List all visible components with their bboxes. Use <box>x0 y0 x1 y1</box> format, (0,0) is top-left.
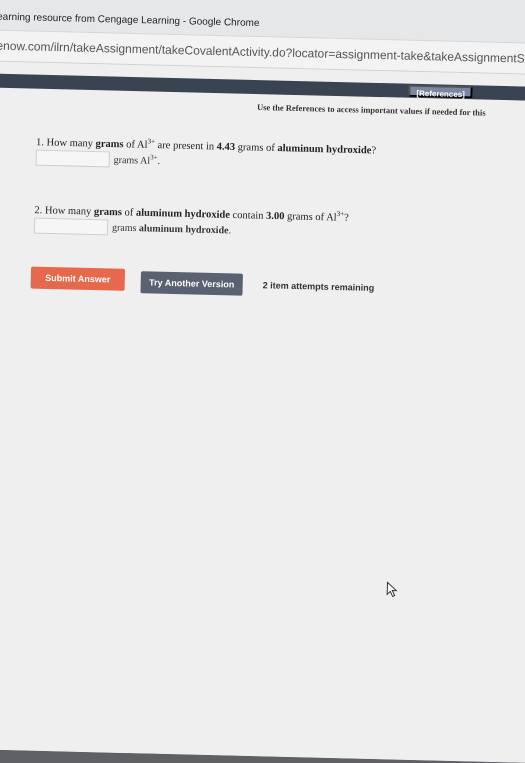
q1-text-part: ? <box>371 145 377 157</box>
question-number: 2. <box>34 205 43 217</box>
q2-text-part: contain <box>229 209 267 222</box>
question-1-unit: grams Al3+. <box>113 153 161 168</box>
q2-text-part: of <box>121 207 137 219</box>
references-button[interactable]: [References] <box>408 84 473 99</box>
q2-text-part: grams of Al <box>284 211 337 224</box>
q1-bold-mass: 4.43 <box>216 141 236 153</box>
q1-bold-compound: aluminum hydroxide <box>277 143 372 157</box>
q1-text-part: grams of <box>234 142 278 155</box>
url-text[interactable]: enow.com/ilrn/takeAssignment/takeCovalen… <box>0 39 525 67</box>
q2-unit-bold: aluminum hydroxide <box>138 222 229 236</box>
submit-answer-button[interactable]: Submit Answer <box>30 266 126 291</box>
q1-text-part: How many <box>46 137 96 150</box>
q2-unit-end: . <box>228 224 232 236</box>
question-1-answer-input[interactable] <box>35 149 110 168</box>
q1-text-part: are present in <box>154 140 217 153</box>
references-note: Use the References to access important v… <box>256 102 486 118</box>
try-another-version-button[interactable]: Try Another Version <box>140 271 243 296</box>
q1-unit-text: grams Al <box>113 155 151 168</box>
mouse-pointer-icon <box>386 581 398 598</box>
question-2-answer-input[interactable] <box>33 217 109 236</box>
q2-unit-text: grams <box>111 222 140 234</box>
q1-bold-grams: grams <box>95 138 124 151</box>
q1-unit-end: . <box>157 156 161 168</box>
q2-bold-mass: 3.00 <box>265 210 285 223</box>
assignment-page: [References] Use the References to acces… <box>0 60 525 763</box>
q2-text-part: How many <box>44 205 95 218</box>
q2-text-part: ? <box>343 212 349 224</box>
q2-bold-grams: grams <box>93 206 123 219</box>
question-2-unit: grams aluminum hydroxide. <box>112 222 231 236</box>
window-title: earning resource from Cengage Learning -… <box>0 11 260 30</box>
question-number: 1. <box>35 137 45 149</box>
q2-bold-compound: aluminum hydroxide <box>135 207 231 221</box>
question-2-answer-row: grams aluminum hydroxide. <box>33 217 231 239</box>
browser-window: earning resource from Cengage Learning -… <box>0 0 525 763</box>
question-1-answer-row: grams Al3+. <box>35 149 161 169</box>
attempts-remaining-text: 2 item attempts remaining <box>262 280 375 293</box>
q1-text-part: of Al <box>123 139 148 151</box>
